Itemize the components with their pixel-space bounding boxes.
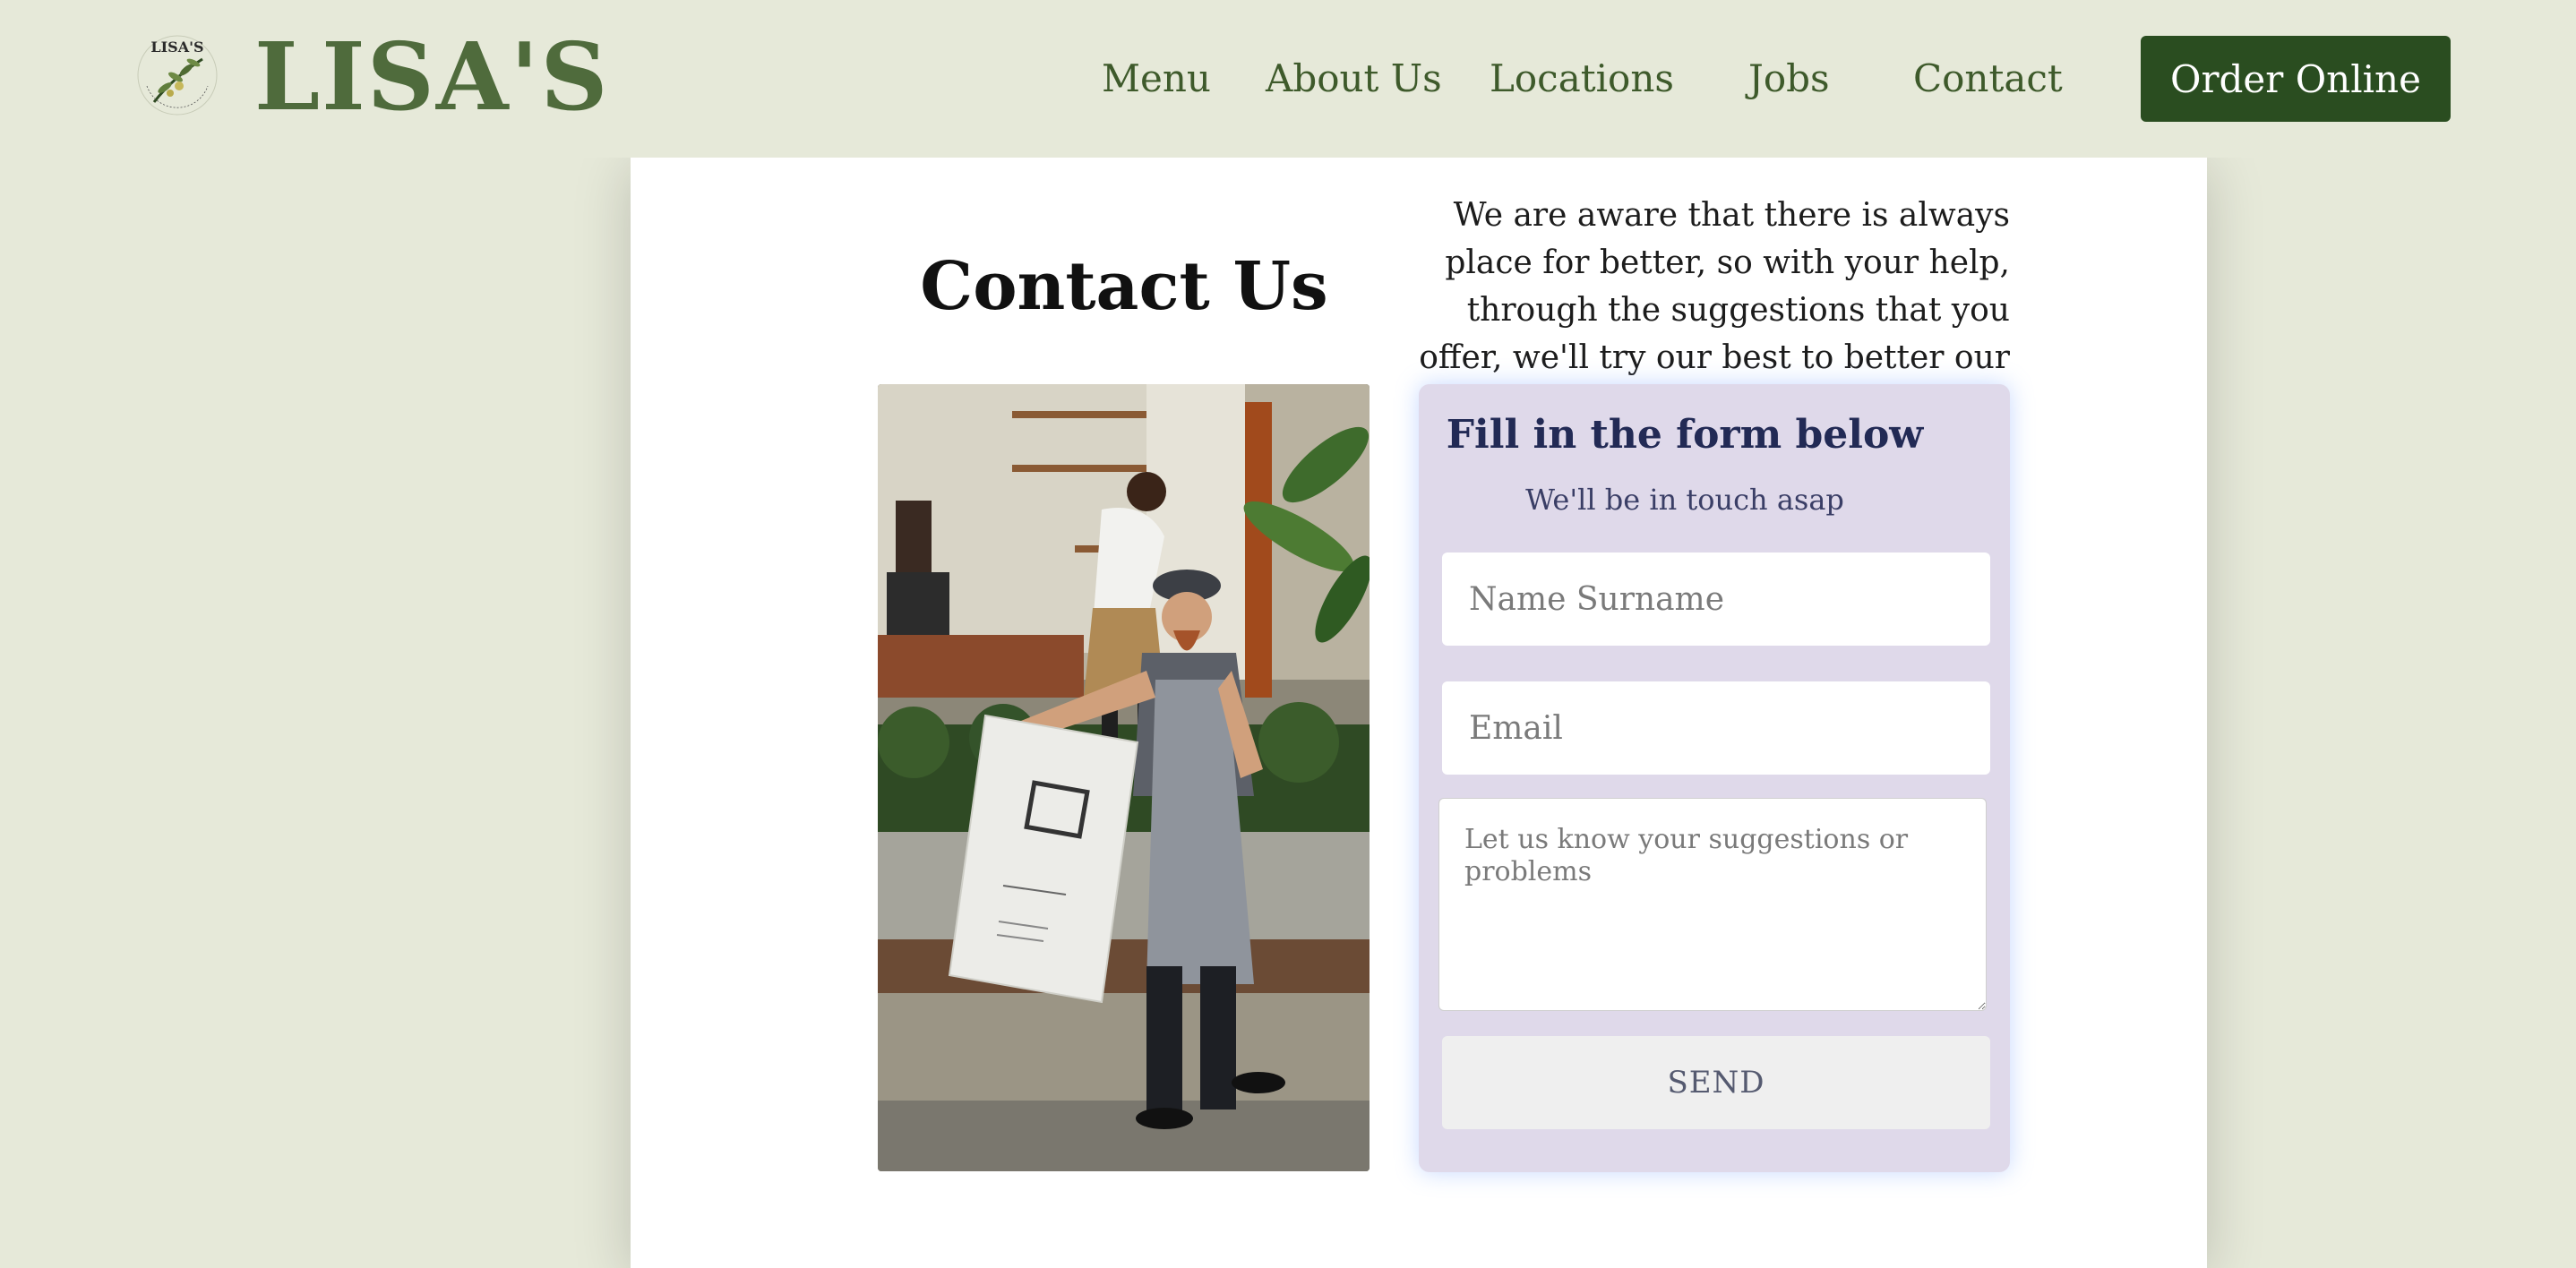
send-button[interactable]: SEND bbox=[1442, 1036, 1990, 1129]
message-textarea[interactable] bbox=[1438, 798, 1987, 1011]
nav-contact[interactable]: Contact bbox=[1913, 52, 2063, 106]
form-heading: Fill in the form below bbox=[1446, 412, 1924, 458]
name-input[interactable] bbox=[1442, 553, 1990, 646]
cafe-photo-image bbox=[878, 384, 1370, 1171]
form-subheading: We'll be in touch asap bbox=[1525, 483, 1844, 517]
olive-logo-icon: LISA'S bbox=[137, 35, 218, 116]
brand-wordmark[interactable]: LISA'S bbox=[254, 23, 610, 131]
logo-emblem[interactable]: LISA'S bbox=[134, 32, 220, 118]
email-input[interactable] bbox=[1442, 681, 1990, 775]
cafe-staff-photo bbox=[878, 384, 1370, 1171]
site-header: LISA'S LISA'S Menu About Us Locations Jo… bbox=[0, 0, 2576, 158]
contact-form-panel: Fill in the form below We'll be in touch… bbox=[1419, 384, 2010, 1172]
svg-text:LISA'S: LISA'S bbox=[150, 39, 203, 56]
nav-menu[interactable]: Menu bbox=[1102, 52, 1211, 106]
page-title: Contact Us bbox=[920, 248, 1328, 325]
nav-locations[interactable]: Locations bbox=[1490, 52, 1674, 106]
nav-about-us[interactable]: About Us bbox=[1266, 52, 1442, 106]
nav-jobs[interactable]: Jobs bbox=[1748, 52, 1830, 106]
order-online-button[interactable]: Order Online bbox=[2141, 36, 2451, 122]
